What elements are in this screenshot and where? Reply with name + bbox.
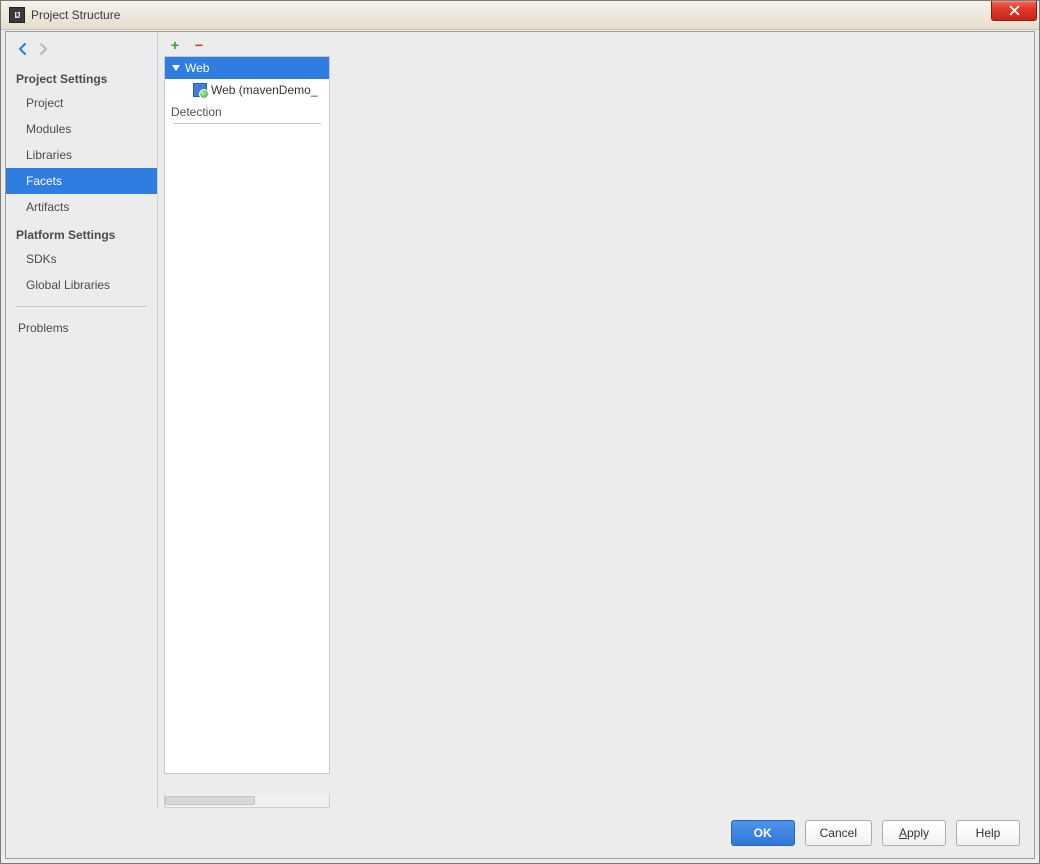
- facet-root-web[interactable]: Web: [165, 57, 329, 79]
- arrow-right-icon: [36, 42, 50, 56]
- nav-libraries[interactable]: Libraries: [6, 142, 157, 168]
- nav-artifacts[interactable]: Artifacts: [6, 194, 157, 220]
- plus-icon: +: [171, 38, 179, 52]
- facet-root-label: Web: [185, 61, 209, 75]
- intellij-icon: [9, 7, 25, 23]
- close-button[interactable]: [991, 1, 1037, 21]
- back-button[interactable]: [14, 40, 32, 58]
- web-facet-icon: [193, 83, 207, 97]
- nav-divider: [16, 306, 147, 307]
- left-nav: Project Settings Project Modules Librari…: [6, 32, 158, 808]
- detection-label: Detection: [171, 105, 222, 119]
- facets-list: Web Web (mavenDemo_ Detection: [164, 56, 330, 774]
- details-pane: [334, 32, 1034, 808]
- nav-global-libraries[interactable]: Global Libraries: [6, 272, 157, 298]
- nav-project[interactable]: Project: [6, 90, 157, 116]
- facet-child-label: Web (mavenDemo_: [211, 83, 318, 97]
- section-platform-settings: Platform Settings: [6, 220, 157, 246]
- ok-label: OK: [754, 826, 772, 840]
- triangle-down-icon: [172, 64, 180, 72]
- body-row: Project Settings Project Modules Librari…: [6, 32, 1034, 808]
- titlebar[interactable]: Project Structure: [1, 1, 1039, 30]
- nav-history: [6, 36, 157, 64]
- minus-icon: −: [195, 38, 203, 52]
- window-title: Project Structure: [31, 8, 120, 22]
- client-area: Project Settings Project Modules Librari…: [5, 31, 1035, 859]
- close-icon: [1009, 5, 1020, 16]
- scrollbar-thumb[interactable]: [165, 796, 255, 805]
- nav-facets[interactable]: Facets: [6, 168, 157, 194]
- facets-hscrollbar[interactable]: [164, 794, 330, 808]
- ok-button[interactable]: OK: [731, 820, 795, 846]
- apply-button[interactable]: Apply: [882, 820, 946, 846]
- help-button[interactable]: Help: [956, 820, 1020, 846]
- facets-toolbar: + −: [164, 36, 334, 56]
- detection-row[interactable]: Detection: [165, 101, 329, 123]
- cancel-button[interactable]: Cancel: [805, 820, 872, 846]
- remove-facet-button[interactable]: −: [192, 38, 206, 52]
- cancel-label: Cancel: [820, 826, 857, 840]
- help-label: Help: [976, 826, 1001, 840]
- expand-toggle[interactable]: [171, 63, 181, 73]
- nav-problems[interactable]: Problems: [6, 315, 157, 341]
- facet-child-web[interactable]: Web (mavenDemo_: [165, 79, 329, 101]
- button-bar: OK Cancel Apply Help: [6, 808, 1034, 858]
- nav-sdks[interactable]: SDKs: [6, 246, 157, 272]
- nav-modules[interactable]: Modules: [6, 116, 157, 142]
- project-structure-window: Project Structure: [0, 0, 1040, 864]
- add-facet-button[interactable]: +: [168, 38, 182, 52]
- section-project-settings: Project Settings: [6, 64, 157, 90]
- facets-column: + − Web: [158, 32, 334, 808]
- forward-button[interactable]: [34, 40, 52, 58]
- detection-underline: [173, 123, 321, 124]
- apply-label: Apply: [899, 826, 929, 840]
- arrow-left-icon: [16, 42, 30, 56]
